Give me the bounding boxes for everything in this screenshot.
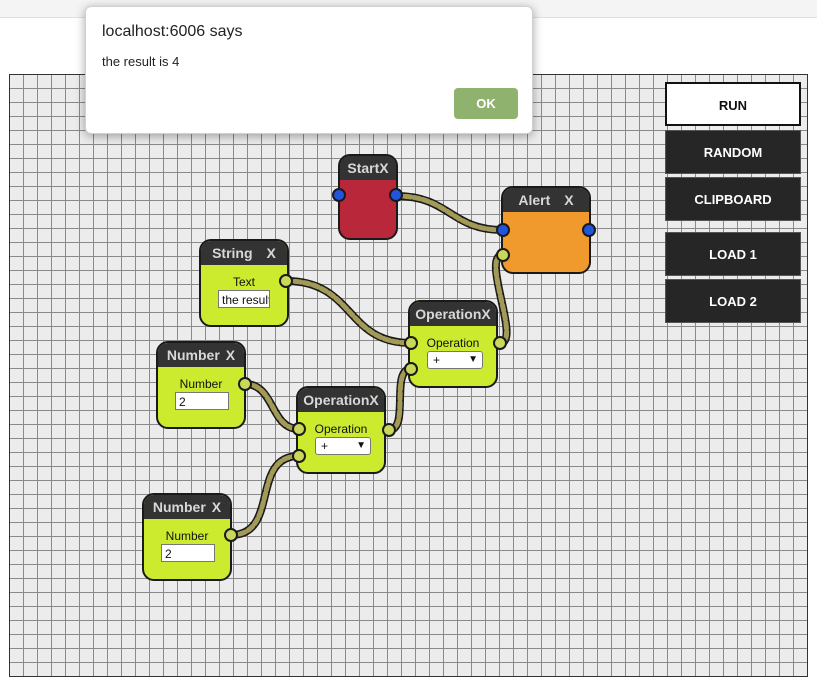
alert-in-port[interactable]: [496, 223, 510, 237]
run-button[interactable]: RUN: [665, 82, 801, 126]
operation-node-2[interactable]: OperationX Operation + ▼: [296, 386, 386, 474]
operation-node-1[interactable]: OperationX Operation + ▼: [408, 300, 498, 388]
start-node-header[interactable]: StartX: [340, 156, 396, 180]
string-close-button[interactable]: X: [267, 245, 276, 261]
number-1-input[interactable]: 2: [175, 392, 229, 410]
number-node-2-header[interactable]: Number X: [144, 495, 230, 519]
operation-2-select[interactable]: + ▼: [315, 437, 371, 455]
alert-out-port[interactable]: [582, 223, 596, 237]
number-node-1-header[interactable]: Number X: [158, 343, 244, 367]
string-text-label: Text: [232, 275, 255, 289]
string-text-input[interactable]: the result is: [218, 290, 270, 308]
operation-2-out-port[interactable]: [382, 423, 396, 437]
number-1-label: Number: [179, 377, 223, 391]
operation-node-1-header[interactable]: OperationX: [410, 302, 496, 326]
number-2-input[interactable]: 2: [161, 544, 215, 562]
number-2-out-port[interactable]: [224, 528, 238, 542]
start-in-port[interactable]: [332, 188, 346, 202]
chevron-down-icon: ▼: [468, 354, 478, 365]
number-node-1[interactable]: Number X Number 2: [156, 341, 246, 429]
alert-node-header[interactable]: Alert X: [503, 188, 589, 212]
start-out-port[interactable]: [389, 188, 403, 202]
string-node[interactable]: StringX Text the result is: [199, 239, 289, 327]
number-2-close-button[interactable]: X: [212, 499, 221, 515]
operation-1-in-b-port[interactable]: [404, 362, 418, 376]
clipboard-button[interactable]: CLIPBOARD: [665, 177, 801, 221]
operation-2-label: Operation: [314, 422, 368, 436]
dialog-title: localhost:6006 says: [102, 23, 243, 40]
string-node-header[interactable]: String X: [201, 241, 287, 265]
alert-value-port[interactable]: [496, 248, 510, 262]
operation-2-in-a-port[interactable]: [292, 422, 306, 436]
operation-1-in-a-port[interactable]: [404, 336, 418, 350]
operation-node-2-header[interactable]: OperationX: [298, 388, 384, 412]
dialog-ok-button[interactable]: OK: [454, 88, 518, 119]
number-2-label: Number: [165, 529, 209, 543]
alert-dialog: localhost:6006 says the result is 4 OK: [85, 6, 533, 134]
string-out-port[interactable]: [279, 274, 293, 288]
operation-1-select[interactable]: + ▼: [427, 351, 483, 369]
alert-close-button[interactable]: X: [564, 192, 573, 208]
dialog-message: the result is 4: [102, 54, 180, 69]
operation-2-in-b-port[interactable]: [292, 449, 306, 463]
number-1-close-button[interactable]: X: [226, 347, 235, 363]
random-button[interactable]: RANDOM: [665, 130, 801, 174]
number-node-2[interactable]: Number X Number 2: [142, 493, 232, 581]
load-2-button[interactable]: LOAD 2: [665, 279, 801, 323]
chevron-down-icon: ▼: [356, 440, 366, 451]
load-1-button[interactable]: LOAD 1: [665, 232, 801, 276]
alert-node[interactable]: Alert X: [501, 186, 591, 274]
number-1-out-port[interactable]: [238, 377, 252, 391]
start-close-button[interactable]: X: [379, 160, 388, 176]
operation-2-close-button[interactable]: X: [369, 392, 378, 408]
operation-1-close-button[interactable]: X: [481, 306, 490, 322]
operation-1-label: Operation: [426, 336, 480, 350]
operation-1-out-port[interactable]: [493, 336, 507, 350]
